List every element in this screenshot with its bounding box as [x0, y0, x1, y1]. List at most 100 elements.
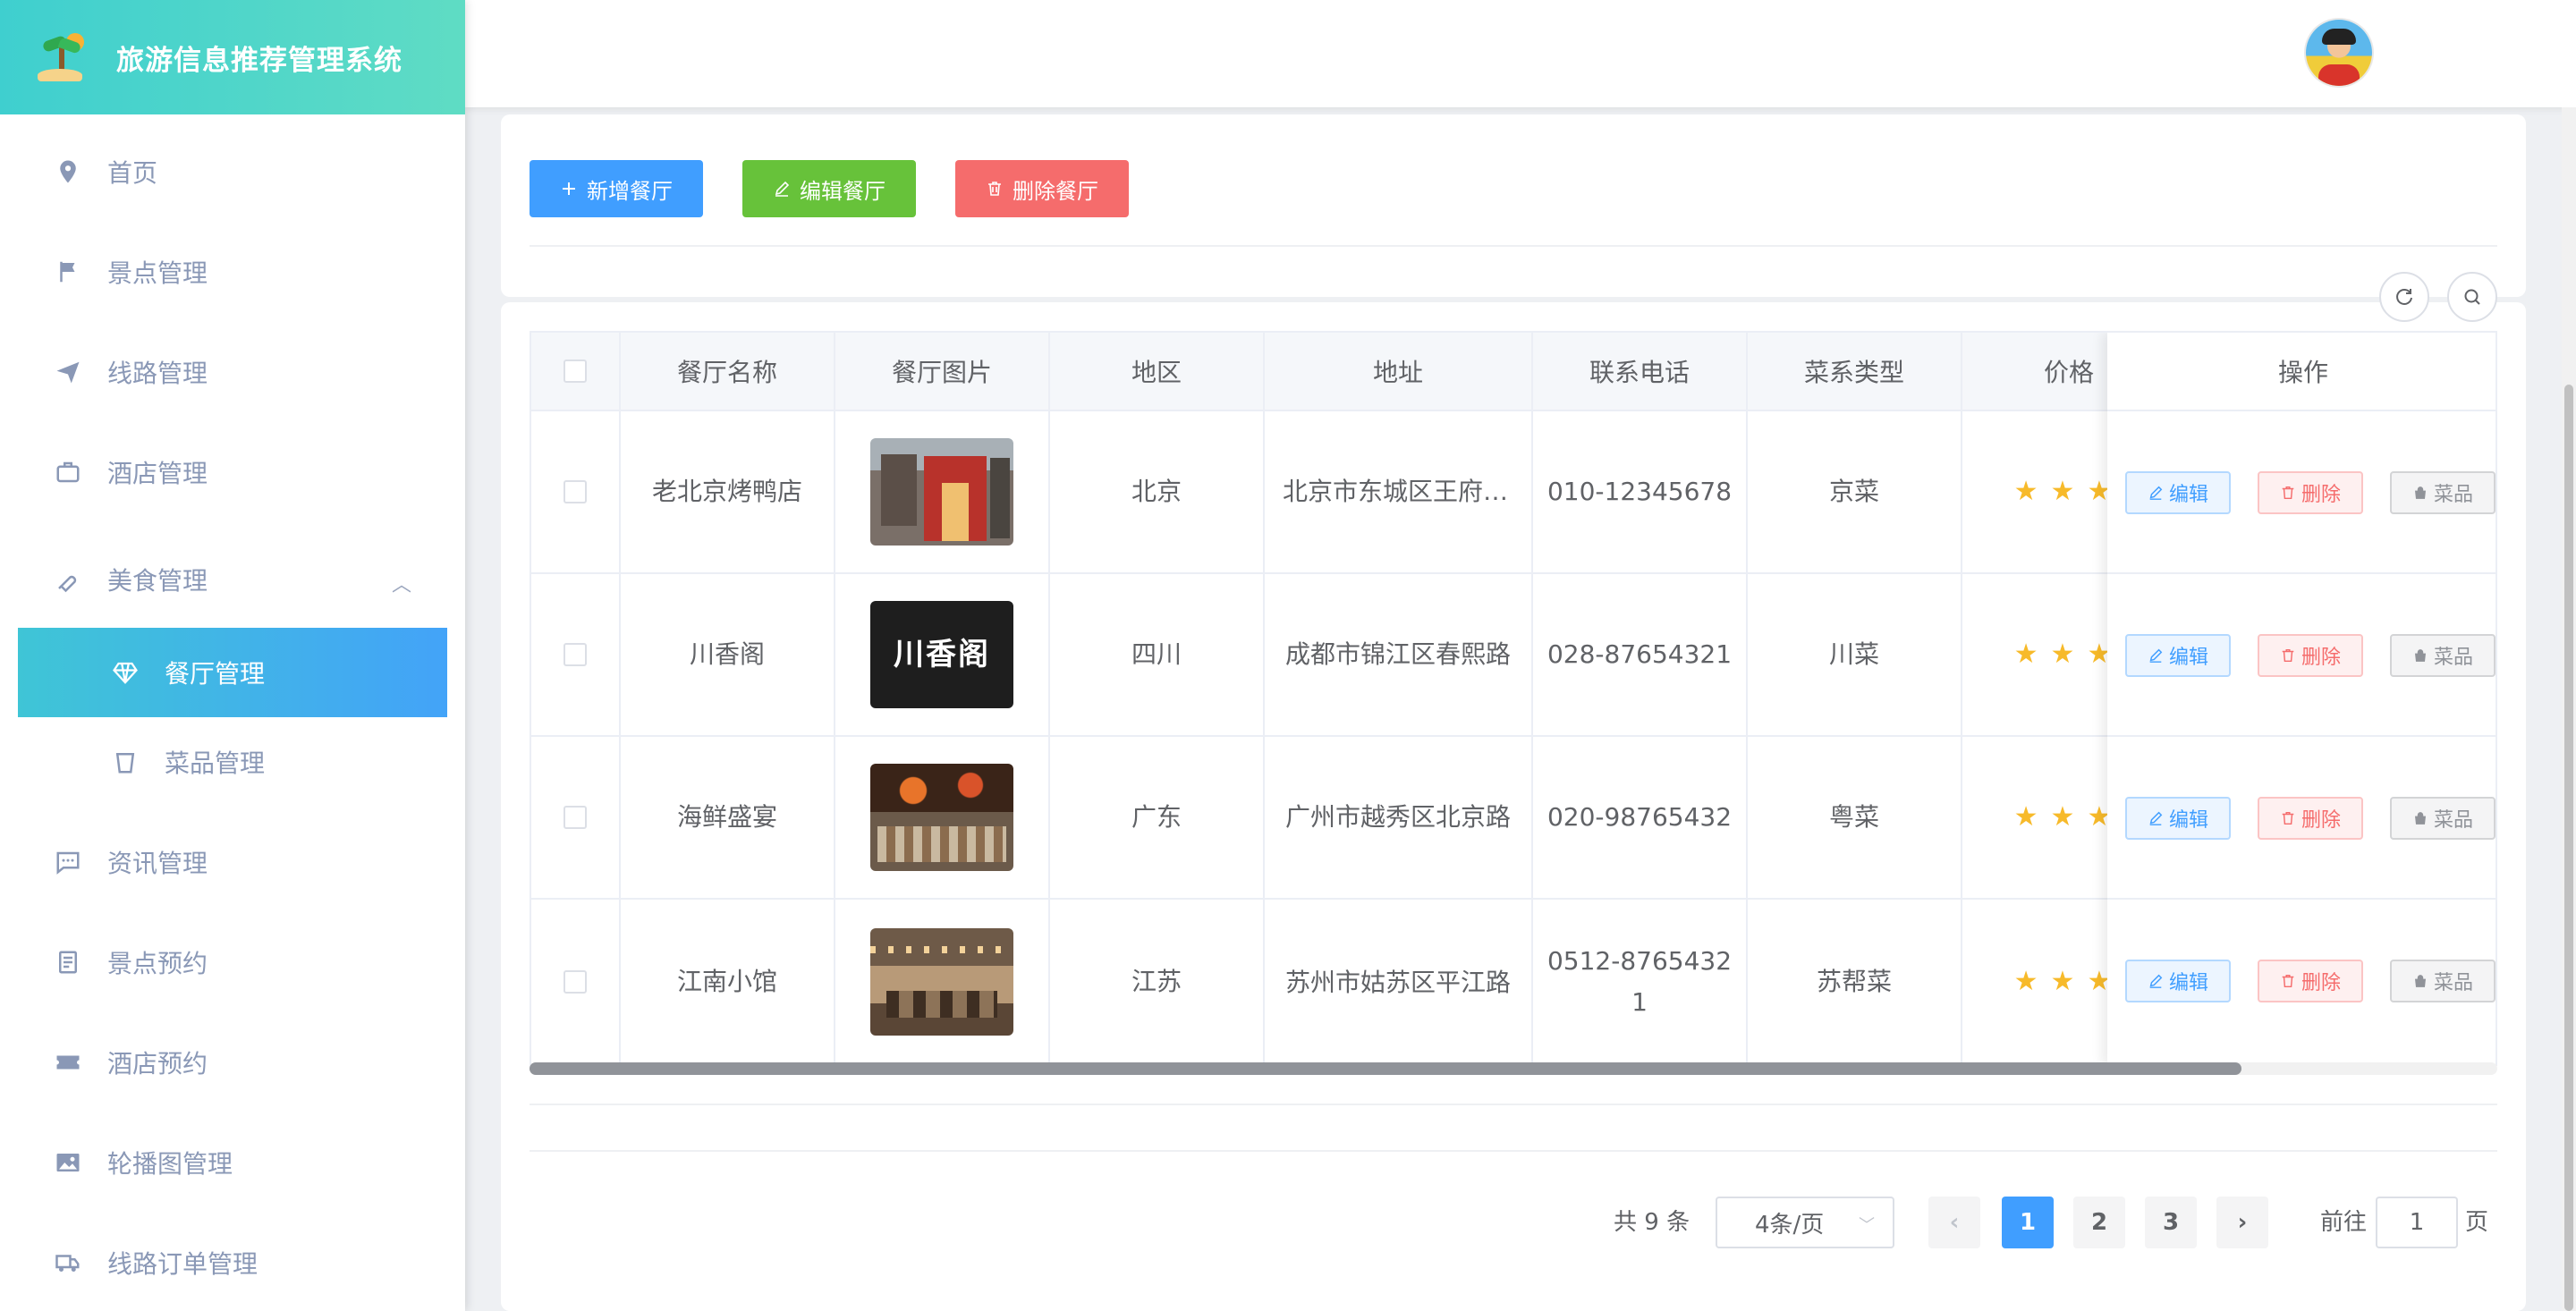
chuanxiangge-logo-image: 川香阁: [870, 601, 1013, 708]
sidebar-item-hotels[interactable]: 酒店管理: [0, 436, 465, 508]
goto-page-input[interactable]: 1: [2376, 1197, 2458, 1248]
header-select-all[interactable]: [531, 333, 621, 411]
horizontal-scrollbar[interactable]: [530, 1062, 2497, 1075]
row-dishes-button[interactable]: 菜品: [2390, 471, 2496, 514]
sidebar-item-home[interactable]: 首页: [0, 136, 465, 207]
divider: [530, 1104, 2497, 1105]
edit-icon: [775, 181, 790, 197]
col-header-address: 地址: [1265, 333, 1533, 411]
edit-icon: [2149, 974, 2163, 988]
chevron-down-icon: ﹀: [1859, 1216, 1875, 1235]
page-suffix-label: 页: [2465, 1209, 2489, 1236]
cell-phone: 0512-87654321: [1533, 900, 1748, 1064]
app-title: 旅游信息推荐管理系统: [116, 44, 402, 77]
refresh-button[interactable]: [2379, 272, 2429, 322]
sidebar-item-route-orders[interactable]: 线路订单管理: [0, 1227, 465, 1298]
chat-icon: [54, 848, 82, 876]
sidebar-item-label: 轮播图管理: [107, 1149, 233, 1179]
cell-region: 四川: [1050, 574, 1265, 737]
row-select[interactable]: [531, 411, 621, 574]
row-select[interactable]: [531, 574, 621, 737]
row-dishes-button[interactable]: 菜品: [2390, 960, 2496, 1002]
cup-icon: [111, 748, 140, 776]
page-2-button[interactable]: 2: [2073, 1197, 2125, 1248]
row-checkbox[interactable]: [564, 806, 587, 829]
sidebar-item-label: 酒店预约: [107, 1049, 208, 1078]
row-edit-button[interactable]: 编辑: [2125, 634, 2231, 677]
col-header-phone: 联系电话: [1533, 333, 1748, 411]
cell-name: 江南小馆: [621, 900, 835, 1064]
search-icon: [2464, 289, 2480, 305]
pagination-total: 共 9 条: [1614, 1209, 1690, 1236]
sidebar-item-news[interactable]: 资讯管理: [0, 826, 465, 898]
add-restaurant-button[interactable]: 新增餐厅: [530, 160, 703, 217]
sidebar-item-label: 景点管理: [107, 258, 208, 288]
row-edit-button[interactable]: 编辑: [2125, 960, 2231, 1002]
sidebar-item-routes[interactable]: 线路管理: [0, 336, 465, 408]
chevron-right-icon: ›: [2237, 1209, 2248, 1236]
select-all-checkbox[interactable]: [564, 359, 587, 383]
edit-icon: [2149, 648, 2163, 663]
edit-restaurant-button[interactable]: 编辑餐厅: [742, 160, 916, 217]
col-header-image: 餐厅图片: [835, 333, 1050, 411]
shopping-bag-icon: [2414, 486, 2426, 499]
row-select[interactable]: [531, 737, 621, 900]
sidebar-item-hotel-booking[interactable]: 酒店预约: [0, 1027, 465, 1098]
row-edit-button[interactable]: 编辑: [2125, 471, 2231, 514]
page-1-button[interactable]: 1: [2002, 1197, 2054, 1248]
cell-phone: 028-87654321: [1533, 574, 1748, 737]
scrollbar-thumb[interactable]: [530, 1062, 2241, 1075]
cell-name: 川香阁: [621, 574, 835, 737]
ice-cream-icon: [54, 565, 82, 594]
edit-icon: [2149, 811, 2163, 825]
row-checkbox[interactable]: [564, 480, 587, 503]
row-edit-button[interactable]: 编辑: [2125, 797, 2231, 840]
cell-image: [835, 737, 1050, 900]
vertical-scrollbar[interactable]: [2562, 107, 2576, 1311]
row-dishes-button[interactable]: 菜品: [2390, 634, 2496, 677]
page-size-select[interactable]: 4条/页 ﹀: [1716, 1197, 1894, 1248]
prev-page-button[interactable]: ‹: [1928, 1197, 1980, 1248]
operations-column: 操作 编辑 删除 菜品 编辑 删除 菜品 编辑 删除 菜品 编辑 删除 菜品: [2107, 333, 2496, 1064]
picture-icon: [54, 1148, 82, 1177]
sidebar-item-label: 资讯管理: [107, 849, 208, 878]
cell-cuisine: 粤菜: [1748, 737, 1962, 900]
search-button[interactable]: [2447, 272, 2497, 322]
flag-icon: [54, 258, 82, 286]
sidebar-item-label: 酒店管理: [107, 459, 208, 488]
trash-icon: [2282, 648, 2294, 663]
delete-restaurant-button[interactable]: 删除餐厅: [955, 160, 1129, 217]
cell-address: 广州市越秀区北京路: [1265, 737, 1533, 900]
next-page-button[interactable]: ›: [2216, 1197, 2268, 1248]
cell-address: 北京市东城区王府井大街: [1265, 411, 1533, 574]
paper-plane-icon: [54, 358, 82, 386]
avatar[interactable]: [2306, 20, 2372, 86]
page-3-button[interactable]: 3: [2145, 1197, 2197, 1248]
trash-icon: [988, 182, 1001, 196]
row-dishes-button[interactable]: 菜品: [2390, 797, 2496, 840]
row-checkbox[interactable]: [564, 643, 587, 666]
row-select[interactable]: [531, 900, 621, 1064]
sidebar-item-dishes[interactable]: 菜品管理: [0, 726, 465, 798]
cell-region: 江苏: [1050, 900, 1265, 1064]
row-delete-button[interactable]: 删除: [2258, 634, 2363, 677]
row-checkbox[interactable]: [564, 970, 587, 994]
trash-icon: [2282, 974, 2294, 988]
shopping-bag-icon: [2414, 649, 2426, 662]
row-delete-button[interactable]: 删除: [2258, 960, 2363, 1002]
chevron-left-icon: ‹: [1949, 1209, 1960, 1236]
sidebar-item-attraction-booking[interactable]: 景点预约: [0, 926, 465, 998]
sidebar-item-restaurants[interactable]: 餐厅管理: [18, 628, 447, 717]
sidebar: 旅游信息推荐管理系统 首页 景点管理 线路管理 酒店管理 美食管理 ︿ 餐厅管理…: [0, 0, 465, 1311]
sidebar-item-label: 线路管理: [107, 359, 208, 388]
sidebar-item-label: 餐厅管理: [165, 659, 266, 689]
divider: [530, 1150, 2497, 1152]
chevron-up-icon: ︿: [391, 574, 411, 596]
sidebar-item-food[interactable]: 美食管理 ︿: [0, 544, 465, 615]
row-delete-button[interactable]: 删除: [2258, 471, 2363, 514]
sidebar-item-label: 美食管理: [107, 566, 208, 596]
sidebar-item-carousel[interactable]: 轮播图管理: [0, 1127, 465, 1198]
row-delete-button[interactable]: 删除: [2258, 797, 2363, 840]
top-header: [465, 0, 2576, 107]
sidebar-item-attractions[interactable]: 景点管理: [0, 236, 465, 308]
